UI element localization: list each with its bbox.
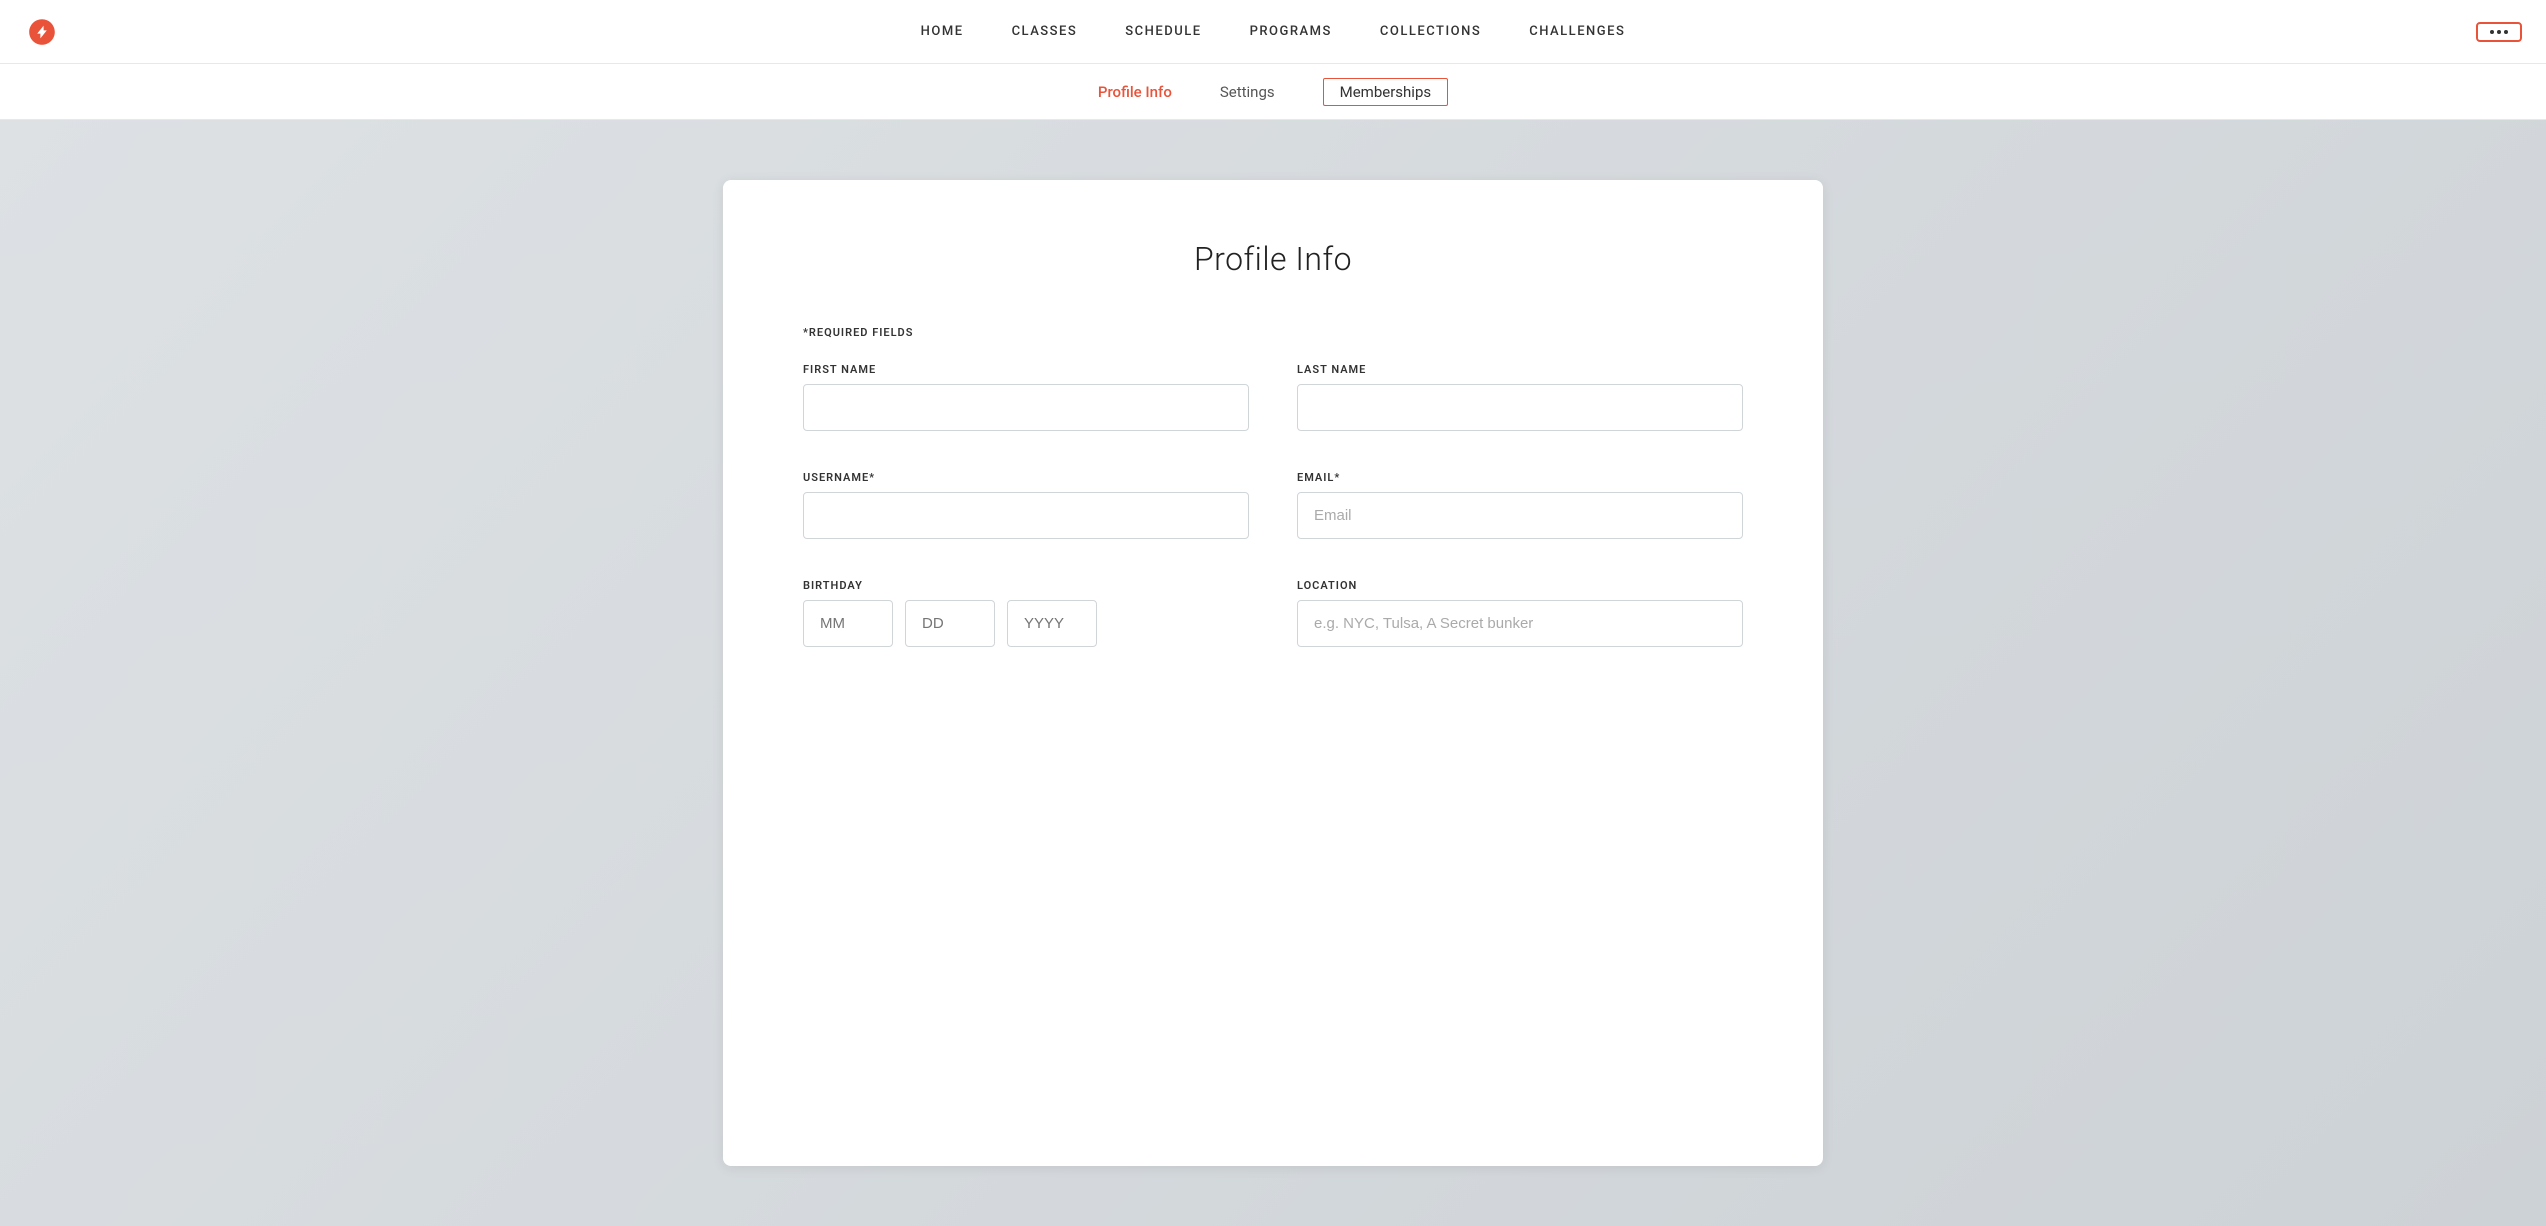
form-title: Profile Info — [803, 240, 1743, 278]
nav-schedule[interactable]: SCHEDULE — [1125, 24, 1201, 39]
last-name-group: LAST NAME — [1297, 363, 1743, 431]
location-label: LOCATION — [1297, 579, 1743, 592]
nav-collections[interactable]: COLLECTIONS — [1380, 24, 1481, 39]
last-name-input[interactable] — [1297, 384, 1743, 431]
tab-memberships[interactable]: Memberships — [1323, 78, 1448, 106]
dot-3 — [2504, 30, 2508, 34]
birthday-inputs — [803, 600, 1249, 647]
top-navigation: HOME CLASSES SCHEDULE PROGRAMS COLLECTIO… — [0, 0, 2546, 64]
nav-home[interactable]: HOME — [921, 24, 964, 39]
birthday-yyyy-input[interactable] — [1007, 600, 1097, 647]
dot-1 — [2490, 30, 2494, 34]
more-button[interactable] — [2476, 22, 2522, 42]
nav-classes[interactable]: CLASSES — [1012, 24, 1078, 39]
username-email-row: USERNAME* EMAIL* — [803, 471, 1743, 539]
dot-2 — [2497, 30, 2501, 34]
nav-challenges[interactable]: CHALLENGES — [1529, 24, 1625, 39]
email-group: EMAIL* — [1297, 471, 1743, 539]
required-note: *REQUIRED FIELDS — [803, 326, 1743, 339]
email-label: EMAIL* — [1297, 471, 1743, 484]
birthday-dd-input[interactable] — [905, 600, 995, 647]
tab-profile-info[interactable]: Profile Info — [1098, 79, 1172, 105]
profile-tabs: Profile Info Settings Memberships — [0, 64, 2546, 120]
username-input[interactable] — [803, 492, 1249, 539]
email-input[interactable] — [1297, 492, 1743, 539]
last-name-label: LAST NAME — [1297, 363, 1743, 376]
username-group: USERNAME* — [803, 471, 1249, 539]
location-group: LOCATION — [1297, 579, 1743, 647]
birthday-group: BIRTHDAY — [803, 579, 1249, 647]
profile-form-card: Profile Info *REQUIRED FIELDS FIRST NAME… — [723, 180, 1823, 1166]
tab-settings[interactable]: Settings — [1220, 79, 1275, 105]
nav-programs[interactable]: PROGRAMS — [1250, 24, 1332, 39]
birthday-mm-input[interactable] — [803, 600, 893, 647]
location-input[interactable] — [1297, 600, 1743, 647]
page-content: Profile Info *REQUIRED FIELDS FIRST NAME… — [0, 120, 2546, 1226]
birthday-label: BIRTHDAY — [803, 579, 1249, 592]
first-name-label: FIRST NAME — [803, 363, 1249, 376]
first-name-group: FIRST NAME — [803, 363, 1249, 431]
nav-links: HOME CLASSES SCHEDULE PROGRAMS COLLECTIO… — [921, 24, 1626, 39]
birthday-location-row: BIRTHDAY LOCATION — [803, 579, 1743, 647]
first-name-input[interactable] — [803, 384, 1249, 431]
logo[interactable] — [24, 14, 60, 50]
name-row: FIRST NAME LAST NAME — [803, 363, 1743, 431]
username-label: USERNAME* — [803, 471, 1249, 484]
